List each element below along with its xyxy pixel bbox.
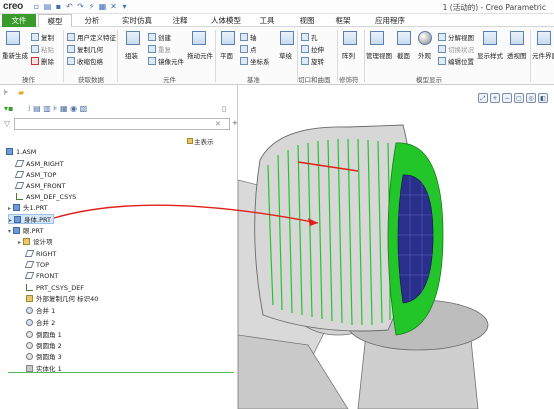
view-toolbar: ⤢ + − ▢ ◎ ◧ [478,93,554,105]
zoom-out-icon[interactable]: − [502,93,512,103]
refit-icon[interactable]: ⤢ [478,93,488,103]
zoom-in-icon[interactable]: + [490,93,500,103]
repaint-icon[interactable]: ▢ [514,93,524,103]
annotation-arrow [53,204,319,226]
display-style-icon[interactable]: ◧ [538,93,548,103]
saved-views-icon[interactable]: ◎ [526,93,536,103]
